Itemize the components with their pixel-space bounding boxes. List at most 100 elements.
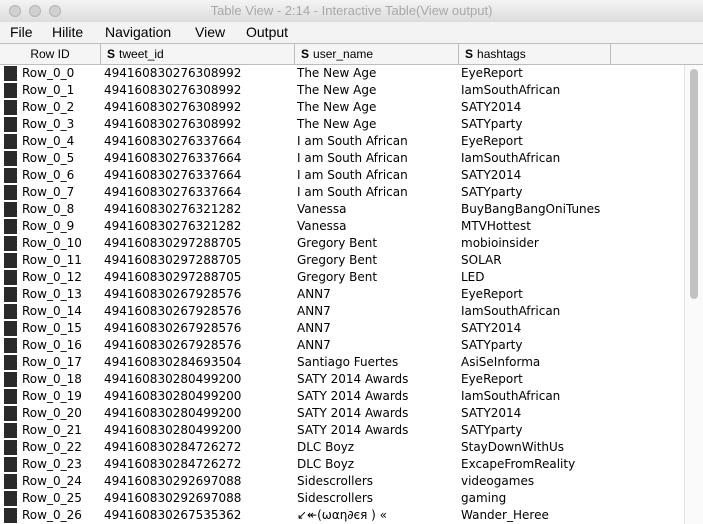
table-body: Row_0_0 494160830276308992 The New Age EyeR… <box>0 65 684 524</box>
column-header-row-id[interactable]: Row ID <box>0 44 101 64</box>
table-row[interactable]: Row_0_6 494160830276337664 I am South Afri… <box>0 167 684 184</box>
hashtags-cell: EyeReport <box>461 372 523 386</box>
table-row[interactable]: Row_0_8 494160830276321282 Vanessa BuyBangB… <box>0 201 684 218</box>
table-view-window: Table View - 2:14 - Interactive Table(Vi… <box>0 0 703 524</box>
table-row[interactable]: Row_0_2 494160830276308992 The New Age SATY… <box>0 99 684 116</box>
tweet-id-cell: 494160830284726272 <box>104 440 242 454</box>
table-row[interactable]: Row_0_24 494160830292697088 Sidescrollers v… <box>0 473 684 490</box>
row-marker-icon <box>4 253 17 268</box>
column-header-label: hashtags <box>477 47 526 61</box>
user-name-cell: The New Age <box>297 66 377 80</box>
row-id-cell: Row_0_15 <box>22 321 82 335</box>
row-id-cell: Row_0_13 <box>22 287 82 301</box>
user-name-cell: The New Age <box>297 100 377 114</box>
table-row[interactable]: Row_0_12 494160830297288705 Gregory Bent LE… <box>0 269 684 286</box>
table-row[interactable]: Row_0_16 494160830267928576 ANN7 SATYparty <box>0 337 684 354</box>
row-marker-icon <box>4 83 17 98</box>
row-id-cell: Row_0_1 <box>22 83 75 97</box>
user-name-cell: ANN7 <box>297 338 331 352</box>
window-title: Table View - 2:14 - Interactive Table(Vi… <box>210 3 493 18</box>
tweet-id-cell: 494160830284693504 <box>104 355 242 369</box>
hashtags-cell: IamSouthAfrican <box>461 389 561 403</box>
table-row[interactable]: Row_0_7 494160830276337664 I am South Afri… <box>0 184 684 201</box>
row-marker-icon <box>4 406 17 421</box>
hashtags-cell: SATY2014 <box>461 100 522 114</box>
scrollbar-thumb[interactable] <box>690 69 698 299</box>
hashtags-cell: SATY2014 <box>461 168 522 182</box>
tweet-id-cell: 494160830276308992 <box>104 66 242 80</box>
table-row[interactable]: Row_0_13 494160830267928576 ANN7 EyeReport <box>0 286 684 303</box>
tweet-id-cell: 494160830276337664 <box>104 134 242 148</box>
user-name-cell: Vanessa <box>297 202 347 216</box>
menu-bar: File Hilite Navigation View Output <box>0 22 703 43</box>
tweet-id-cell: 494160830276337664 <box>104 185 242 199</box>
vertical-scrollbar[interactable] <box>684 65 703 524</box>
row-id-cell: Row_0_11 <box>22 253 82 267</box>
menu-output[interactable]: Output <box>246 24 288 40</box>
menu-navigation[interactable]: Navigation <box>105 24 171 40</box>
hashtags-cell: EyeReport <box>461 134 523 148</box>
row-marker-icon <box>4 270 17 285</box>
hashtags-cell: SATY2014 <box>461 406 522 420</box>
table-row[interactable]: Row_0_4 494160830276337664 I am South Afri… <box>0 133 684 150</box>
table-row[interactable]: Row_0_23 494160830284726272 DLC Boyz Excape… <box>0 456 684 473</box>
hashtags-cell: MTVHottest <box>461 219 532 233</box>
hashtags-cell: SATY2014 <box>461 321 522 335</box>
column-header-user-name[interactable]: Suser_name <box>295 44 459 64</box>
tweet-id-cell: 494160830276308992 <box>104 117 242 131</box>
hashtags-cell: LED <box>461 270 485 284</box>
column-header-tweet-id[interactable]: Stweet_id <box>101 44 295 64</box>
table-row[interactable]: Row_0_20 494160830280499200 SATY 2014 Awar… <box>0 405 684 422</box>
user-name-cell: DLC Boyz <box>297 440 355 454</box>
row-marker-icon <box>4 66 17 81</box>
table-row[interactable]: Row_0_22 494160830284726272 DLC Boyz StayDo… <box>0 439 684 456</box>
row-id-cell: Row_0_17 <box>22 355 82 369</box>
hashtags-cell: SOLAR <box>461 253 502 267</box>
row-marker-icon <box>4 355 17 370</box>
table-row[interactable]: Row_0_5 494160830276337664 I am South Afri… <box>0 150 684 167</box>
row-id-cell: Row_0_10 <box>22 236 82 250</box>
row-marker-icon <box>4 236 17 251</box>
table-row[interactable]: Row_0_21 494160830280499200 SATY 2014 Awar… <box>0 422 684 439</box>
table-row[interactable]: Row_0_3 494160830276308992 The New Age SATY… <box>0 116 684 133</box>
menu-hilite[interactable]: Hilite <box>52 24 83 40</box>
string-type-icon: S <box>465 47 474 61</box>
row-id-cell: Row_0_6 <box>22 168 75 182</box>
table-row[interactable]: Row_0_14 494160830267928576 ANN7 IamSouthAf… <box>0 303 684 320</box>
tweet-id-cell: 494160830267928576 <box>104 287 242 301</box>
user-name-cell: I am South African <box>297 134 408 148</box>
table-row[interactable]: Row_0_11 494160830297288705 Gregory Bent SO… <box>0 252 684 269</box>
tweet-id-cell: 494160830284726272 <box>104 457 242 471</box>
table-row[interactable]: Row_0_18 494160830280499200 SATY 2014 Awar… <box>0 371 684 388</box>
hashtags-cell: Wander_Heree <box>461 508 549 522</box>
menu-view[interactable]: View <box>195 24 225 40</box>
table-row[interactable]: Row_0_10 494160830297288705 Gregory Bent mo… <box>0 235 684 252</box>
title-bar[interactable]: Table View - 2:14 - Interactive Table(Vi… <box>0 0 703 23</box>
hashtags-cell: BuyBangBangOniTunes <box>461 202 601 216</box>
column-header-hashtags[interactable]: Shashtags <box>459 44 611 64</box>
table-row[interactable]: Row_0_17 494160830284693504 Santiago Fuert… <box>0 354 684 371</box>
user-name-cell: Gregory Bent <box>297 270 378 284</box>
row-id-cell: Row_0_24 <box>22 474 82 488</box>
row-marker-icon <box>4 100 17 115</box>
column-header-label: user_name <box>313 47 374 61</box>
user-name-cell: DLC Boyz <box>297 457 355 471</box>
table-row[interactable]: Row_0_25 494160830292697088 Sidescrollers g… <box>0 490 684 507</box>
table-row[interactable]: Row_0_9 494160830276321282 Vanessa MTVHotte… <box>0 218 684 235</box>
row-id-cell: Row_0_19 <box>22 389 82 403</box>
row-id-cell: Row_0_2 <box>22 100 75 114</box>
row-marker-icon <box>4 491 17 506</box>
hashtags-cell: EyeReport <box>461 287 523 301</box>
menu-file[interactable]: File <box>10 24 33 40</box>
hashtags-cell: gaming <box>461 491 507 505</box>
user-name-cell: Gregory Bent <box>297 253 378 267</box>
table-row[interactable]: Row_0_0 494160830276308992 The New Age EyeR… <box>0 65 684 82</box>
user-name-cell: Santiago Fuertes <box>297 355 399 369</box>
row-marker-icon <box>4 372 17 387</box>
table-row[interactable]: Row_0_26 494160830267535362 ↙↞(ωαη∂єя ) « W… <box>0 507 684 524</box>
tweet-id-cell: 494160830297288705 <box>104 236 242 250</box>
table-row[interactable]: Row_0_1 494160830276308992 The New Age IamS… <box>0 82 684 99</box>
table-row[interactable]: Row_0_15 494160830267928576 ANN7 SATY2014 <box>0 320 684 337</box>
table-row[interactable]: Row_0_19 494160830280499200 SATY 2014 Awar… <box>0 388 684 405</box>
row-marker-icon <box>4 287 17 302</box>
